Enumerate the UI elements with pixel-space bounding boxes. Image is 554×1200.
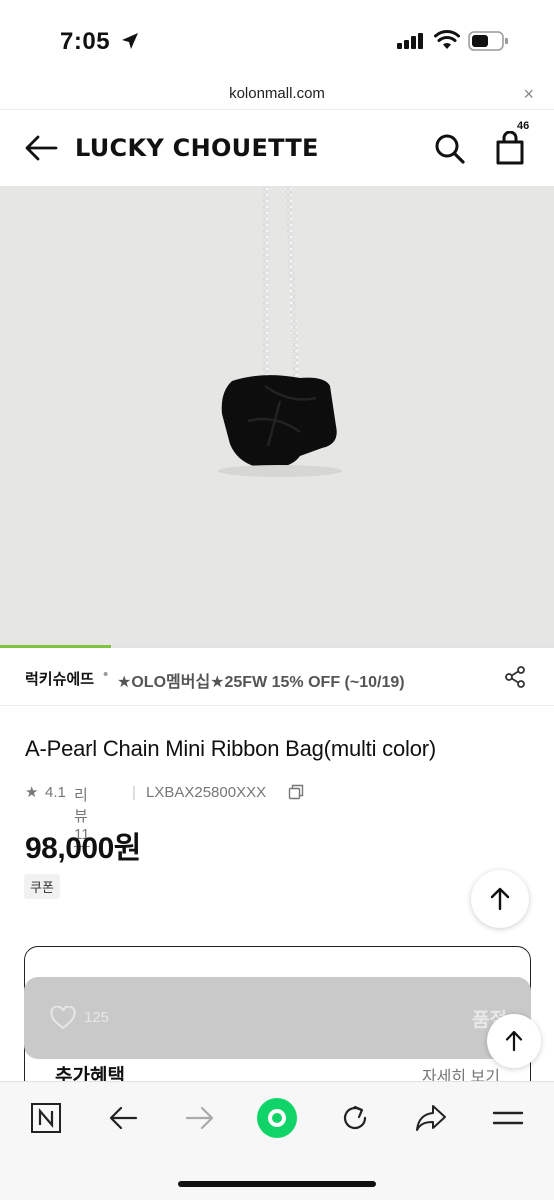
promo-text[interactable]: ★OLO멤버십★25FW 15% OFF (~10/19) bbox=[117, 668, 405, 692]
purchase-bar: 125 품절 bbox=[24, 977, 531, 1059]
refresh-icon[interactable] bbox=[339, 1102, 371, 1134]
green-dot-icon[interactable] bbox=[256, 1097, 298, 1139]
brand-title[interactable]: LUCKY CHOUETTE bbox=[75, 134, 319, 162]
product-price: 98,000원 bbox=[25, 832, 141, 865]
forward-icon[interactable] bbox=[185, 1102, 215, 1134]
meta-divider: | bbox=[132, 784, 136, 801]
scroll-top-button[interactable] bbox=[471, 870, 529, 928]
naver-home-icon[interactable] bbox=[30, 1102, 62, 1134]
coupon-badge[interactable]: 쿠폰 bbox=[24, 874, 60, 899]
share-icon[interactable] bbox=[503, 665, 527, 689]
share-arrow-icon[interactable] bbox=[414, 1102, 448, 1134]
store-link[interactable]: 럭키슈에뜨 bbox=[25, 668, 94, 689]
browser-url-bar[interactable]: kolonmall.com × bbox=[0, 80, 554, 110]
signal-icon bbox=[397, 33, 423, 49]
copy-icon[interactable] bbox=[288, 784, 304, 800]
url-text[interactable]: kolonmall.com bbox=[0, 85, 554, 102]
back-arrow-icon[interactable] bbox=[24, 133, 58, 163]
arrow-up-icon bbox=[490, 887, 510, 911]
status-time: 7:05 bbox=[60, 28, 111, 55]
star-icon: ★ bbox=[25, 784, 39, 801]
rating-value: 4.1 bbox=[45, 784, 66, 801]
site-header: LUCKY CHOUETTE 46 bbox=[0, 111, 554, 185]
menu-icon[interactable] bbox=[491, 1102, 525, 1134]
home-indicator bbox=[178, 1181, 376, 1187]
back-icon[interactable] bbox=[108, 1102, 138, 1134]
promo-separator: • bbox=[103, 666, 109, 683]
like-count: 125 bbox=[84, 1009, 110, 1026]
product-image[interactable] bbox=[0, 186, 554, 647]
product-photo bbox=[218, 186, 342, 477]
location-arrow-icon bbox=[122, 33, 138, 49]
battery-icon bbox=[468, 31, 508, 51]
close-icon[interactable]: × bbox=[523, 84, 534, 105]
scroll-top-button-secondary[interactable] bbox=[487, 1014, 541, 1068]
ribbon-bag-shape bbox=[218, 375, 342, 477]
cart-count-badge: 46 bbox=[517, 120, 530, 132]
product-code: LXBAX25800XXX bbox=[146, 784, 267, 801]
promo-row: 럭키슈에뜨 • ★OLO멤버십★25FW 15% OFF (~10/19) bbox=[0, 648, 554, 706]
status-bar: 7:05 bbox=[0, 0, 554, 80]
arrow-up-icon bbox=[505, 1030, 523, 1052]
search-icon[interactable] bbox=[434, 133, 466, 165]
shopping-bag-icon[interactable] bbox=[495, 131, 525, 165]
wifi-icon bbox=[434, 30, 460, 49]
heart-icon[interactable] bbox=[50, 1006, 76, 1030]
product-title: A-Pearl Chain Mini Ribbon Bag(multi colo… bbox=[25, 736, 436, 761]
